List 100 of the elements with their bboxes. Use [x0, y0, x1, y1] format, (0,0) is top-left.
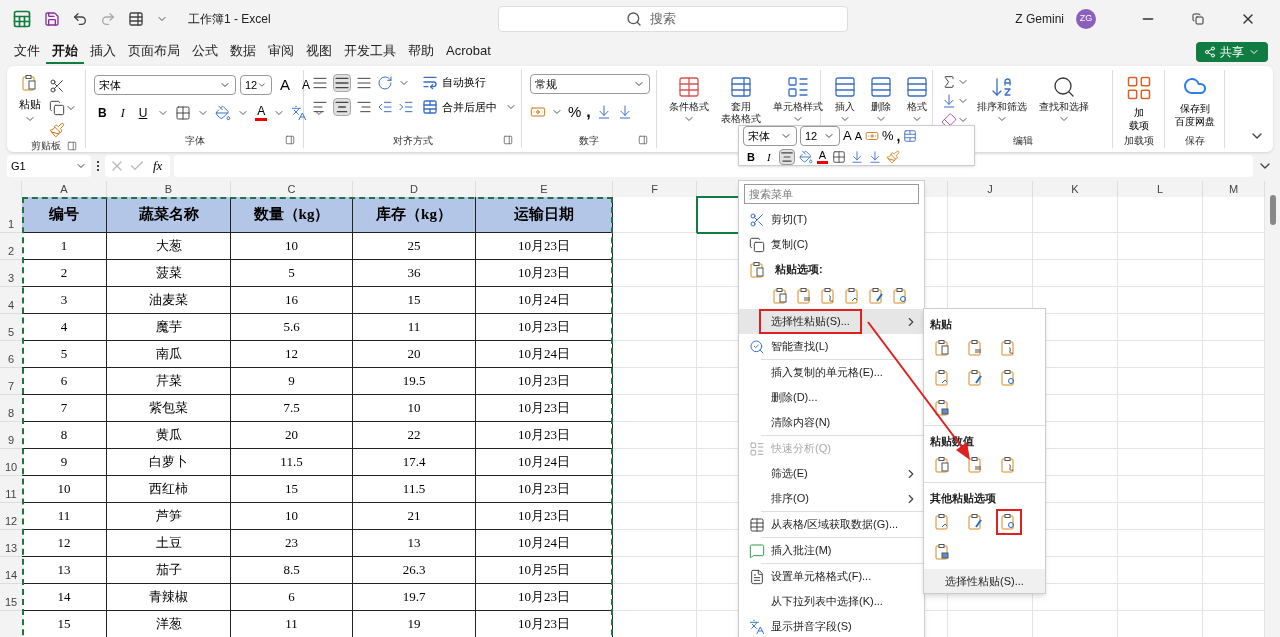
- table-cell[interactable]: 3: [22, 287, 107, 314]
- table-cell[interactable]: 2: [22, 260, 107, 287]
- table-cell[interactable]: 17.4: [353, 449, 476, 476]
- grow-font-button[interactable]: A: [276, 74, 294, 97]
- cells-button[interactable]: 格式: [901, 74, 933, 125]
- menu-item[interactable]: 插入批注(M): [739, 538, 924, 563]
- row-header[interactable]: 3: [0, 260, 22, 287]
- table-cell[interactable]: 12: [231, 341, 353, 368]
- ribbon-tab[interactable]: 开始: [46, 40, 84, 64]
- table-header-cell[interactable]: 运输日期: [476, 197, 613, 233]
- table-cell[interactable]: 20: [353, 341, 476, 368]
- table-cell[interactable]: 7.5: [231, 395, 353, 422]
- find-select-button[interactable]: 查找和选择: [1035, 74, 1093, 125]
- table-header-cell[interactable]: 蔬菜名称: [107, 197, 231, 233]
- row-header[interactable]: 10: [0, 449, 22, 476]
- percent-button[interactable]: %: [568, 101, 582, 124]
- menu-item[interactable]: 排序(O): [739, 486, 924, 511]
- row-header[interactable]: 6: [0, 341, 22, 368]
- ribbon-tab[interactable]: 插入: [84, 40, 122, 64]
- table-cell[interactable]: 南瓜: [107, 341, 231, 368]
- table-cell[interactable]: 6: [22, 368, 107, 395]
- table-cell[interactable]: 5: [22, 341, 107, 368]
- table-cell[interactable]: 19.5: [353, 368, 476, 395]
- font-select[interactable]: 宋体: [94, 75, 236, 96]
- table-cell[interactable]: 10月23日: [476, 260, 613, 287]
- table-cell[interactable]: 10月23日: [476, 584, 613, 611]
- table-cell[interactable]: 11.5: [231, 449, 353, 476]
- table-cell[interactable]: 芦笋: [107, 503, 231, 530]
- column-header[interactable]: D: [410, 180, 418, 198]
- style-button[interactable]: 套用 表格格式: [717, 74, 765, 125]
- menu-item[interactable]: 选择性粘贴(S)...: [739, 309, 924, 334]
- style-button[interactable]: 条件格式: [665, 74, 713, 125]
- table-header-cell[interactable]: 库存（kg）: [353, 197, 476, 233]
- row-header[interactable]: 9: [0, 422, 22, 449]
- ribbon-tab[interactable]: 审阅: [262, 40, 300, 64]
- ribbon-tab[interactable]: 数据: [224, 40, 262, 64]
- table-cell[interactable]: 10月24日: [476, 449, 613, 476]
- table-cell[interactable]: 菠菜: [107, 260, 231, 287]
- menu-item[interactable]: 智能查找(L): [739, 334, 924, 359]
- font-color-button[interactable]: A: [255, 104, 268, 121]
- wrap-text-button[interactable]: 自动换行: [422, 74, 517, 91]
- table-cell[interactable]: 11.5: [353, 476, 476, 503]
- menu-search-field[interactable]: 搜索菜单: [744, 184, 919, 204]
- table-cell[interactable]: 10: [353, 395, 476, 422]
- column-header[interactable]: M: [1228, 180, 1239, 198]
- ribbon-tab[interactable]: 文件: [8, 40, 46, 64]
- table-cell[interactable]: 8: [22, 422, 107, 449]
- ribbon-tab[interactable]: 页面布局: [122, 40, 186, 64]
- ribbon-tab[interactable]: 帮助: [402, 40, 440, 64]
- table-cell[interactable]: 11: [353, 314, 476, 341]
- table-cell[interactable]: 21: [353, 503, 476, 530]
- menu-item[interactable]: 删除(D)...: [739, 385, 924, 410]
- ribbon-tab[interactable]: 公式: [186, 40, 224, 64]
- menu-item[interactable]: 显示拼音字段(S): [739, 614, 924, 637]
- percent-button[interactable]: %: [882, 126, 894, 146]
- menu-item[interactable]: 筛选(E): [739, 461, 924, 486]
- table-cell[interactable]: 白萝卜: [107, 449, 231, 476]
- table-cell[interactable]: 10月24日: [476, 530, 613, 557]
- column-header[interactable]: B: [164, 180, 173, 198]
- share-button[interactable]: 共享: [1196, 42, 1268, 62]
- table-cell[interactable]: 5: [231, 260, 353, 287]
- row-header[interactable]: 7: [0, 368, 22, 395]
- column-header[interactable]: F: [651, 180, 658, 198]
- table-cell[interactable]: 大葱: [107, 233, 231, 260]
- table-cell[interactable]: 10月23日: [476, 368, 613, 395]
- table-cell[interactable]: 10月23日: [476, 314, 613, 341]
- menu-item[interactable]: 设置单元格格式(F)...: [739, 564, 924, 589]
- underline-button[interactable]: U: [134, 103, 152, 122]
- save-to-cloud-button[interactable]: 保存到 百度网盘: [1173, 74, 1216, 128]
- row-header[interactable]: 4: [0, 287, 22, 314]
- paste-button[interactable]: 粘贴: [15, 74, 45, 125]
- table-cell[interactable]: 茄子: [107, 557, 231, 584]
- table-cell[interactable]: 11: [22, 503, 107, 530]
- table-cell[interactable]: 15: [231, 476, 353, 503]
- table-cell[interactable]: 1: [22, 233, 107, 260]
- table-cell[interactable]: 洋葱: [107, 611, 231, 637]
- font-size-select[interactable]: 12: [800, 125, 840, 146]
- table-cell[interactable]: 10月24日: [476, 287, 613, 314]
- table-cell[interactable]: 10月23日: [476, 476, 613, 503]
- table-cell[interactable]: 20: [231, 422, 353, 449]
- table-header-cell[interactable]: 编号: [22, 197, 107, 233]
- table-cell[interactable]: 22: [353, 422, 476, 449]
- column-header[interactable]: E: [540, 180, 548, 198]
- table-cell[interactable]: 19: [353, 611, 476, 637]
- table-cell[interactable]: 5.6: [231, 314, 353, 341]
- ribbon-tab[interactable]: 开发工具: [338, 40, 402, 64]
- cells-button[interactable]: 删除: [865, 74, 897, 125]
- table-cell[interactable]: 19.7: [353, 584, 476, 611]
- cells-button[interactable]: 插入: [829, 74, 861, 125]
- name-box[interactable]: G1: [7, 155, 91, 177]
- row-header[interactable]: 13: [0, 530, 22, 557]
- table-cell[interactable]: 黄瓜: [107, 422, 231, 449]
- shrink-font-button[interactable]: A: [854, 127, 862, 144]
- column-header[interactable]: A: [60, 180, 68, 198]
- menu-item[interactable]: 清除内容(N): [739, 410, 924, 435]
- table-cell[interactable]: 23: [231, 530, 353, 557]
- bold-button[interactable]: B: [743, 148, 759, 166]
- row-header[interactable]: 15: [0, 584, 22, 611]
- table-cell[interactable]: 11: [231, 611, 353, 637]
- ribbon-tab[interactable]: Acrobat: [440, 40, 497, 64]
